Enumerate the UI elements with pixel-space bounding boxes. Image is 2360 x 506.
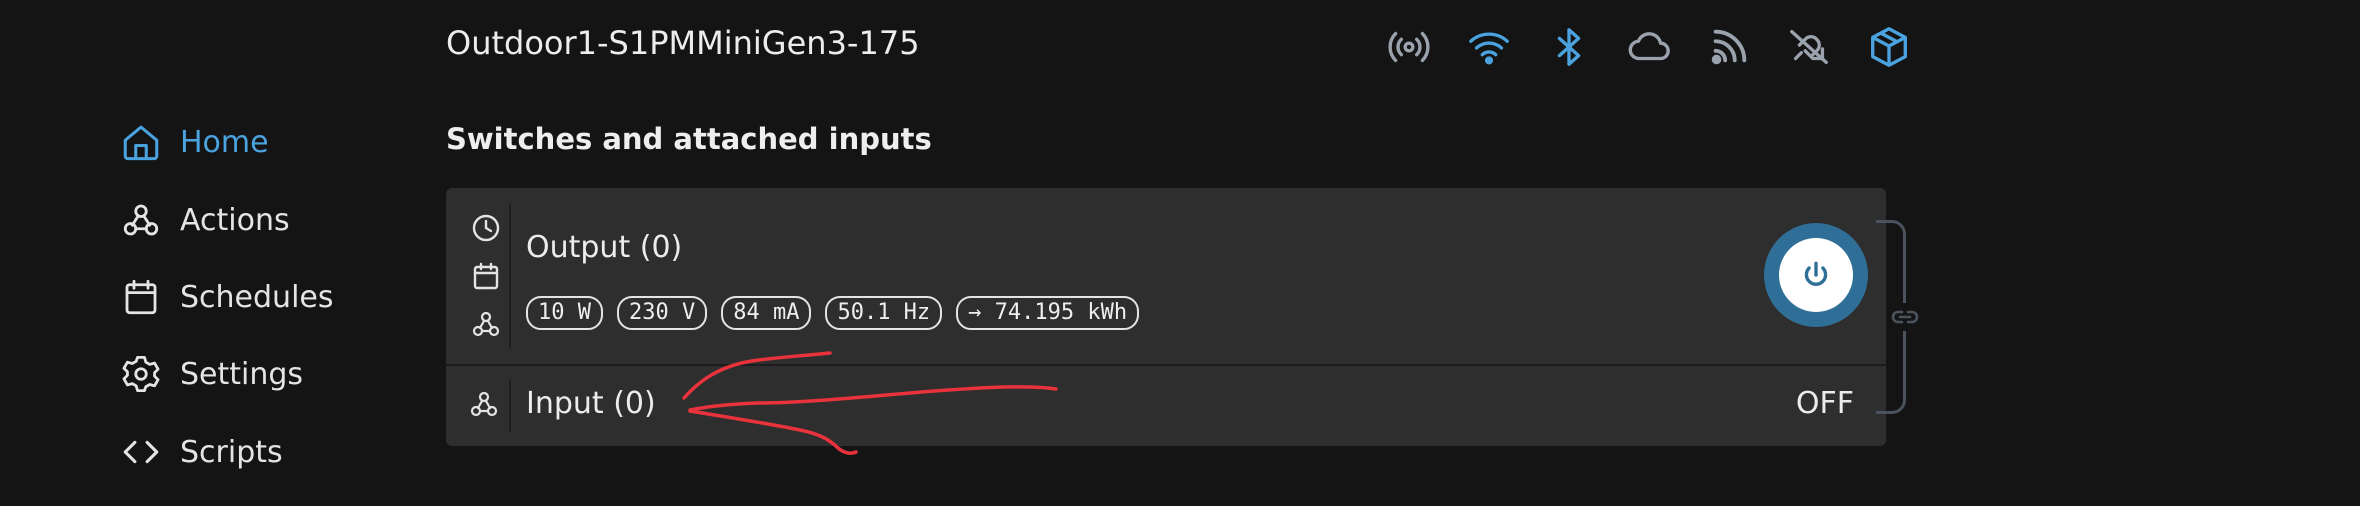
output-measurements: 10 W 230 V 84 mA 50.1 Hz → 74.195 kWh [526,296,1140,330]
sidebar-item-scripts[interactable]: Scripts [118,426,283,478]
power-chip: 10 W [526,296,603,330]
mqtt-off-icon[interactable] [1784,22,1834,72]
power-icon [1779,238,1853,312]
output-divider [509,204,511,348]
link-icon[interactable] [1888,303,1922,331]
webhook-icon [118,197,164,243]
input-row[interactable]: Input (0) OFF [446,366,1886,446]
sidebar-item-home[interactable]: Home [118,116,269,168]
sidebar-item-label: Settings [180,356,304,392]
output-name: Output (0) [526,230,683,265]
code-icon [118,429,164,475]
cube-icon[interactable] [1864,22,1914,72]
device-title: Outdoor1-S1PMMiniGen3-175 [446,24,920,62]
sidebar-item-label: Actions [180,202,290,238]
sidebar-item-settings[interactable]: Settings [118,348,303,400]
calendar-icon [118,274,164,320]
input-divider [509,380,511,432]
cloud-icon[interactable] [1624,22,1674,72]
power-toggle-button[interactable] [1764,223,1868,327]
sidebar-item-label: Schedules [180,279,334,315]
wifi-icon[interactable] [1464,22,1514,72]
switch-card: Output (0) 10 W 230 V 84 mA 50.1 Hz → 74… [446,188,1886,446]
calendar-icon[interactable] [468,258,504,294]
sidebar-item-actions[interactable]: Actions [118,194,290,246]
frequency-chip: 50.1 Hz [825,296,943,330]
current-chip: 84 mA [721,296,812,330]
app-root: Outdoor1-S1PMMiniGen3-175 Home Actions S… [0,0,2360,506]
clock-icon[interactable] [468,210,504,246]
gear-icon [118,351,164,397]
webhook-icon[interactable] [468,306,504,342]
webhook-icon[interactable] [468,388,504,424]
status-icons-bar [1384,22,1914,72]
energy-chip: → 74.195 kWh [956,296,1140,330]
home-icon [118,119,164,165]
antenna-icon[interactable] [1384,22,1434,72]
voltage-chip: 230 V [616,296,708,330]
input-state: OFF [1795,386,1854,421]
bluetooth-icon[interactable] [1544,22,1594,72]
sidebar-item-schedules[interactable]: Schedules [118,271,334,323]
sidebar-item-label: Home [180,124,269,160]
section-title: Switches and attached inputs [446,122,932,156]
output-side-icons [468,210,508,354]
sidebar-item-label: Scripts [180,434,283,470]
output-row[interactable]: Output (0) 10 W 230 V 84 mA 50.1 Hz → 74… [446,188,1886,366]
input-name: Input (0) [526,386,656,421]
rss-icon[interactable] [1704,22,1754,72]
